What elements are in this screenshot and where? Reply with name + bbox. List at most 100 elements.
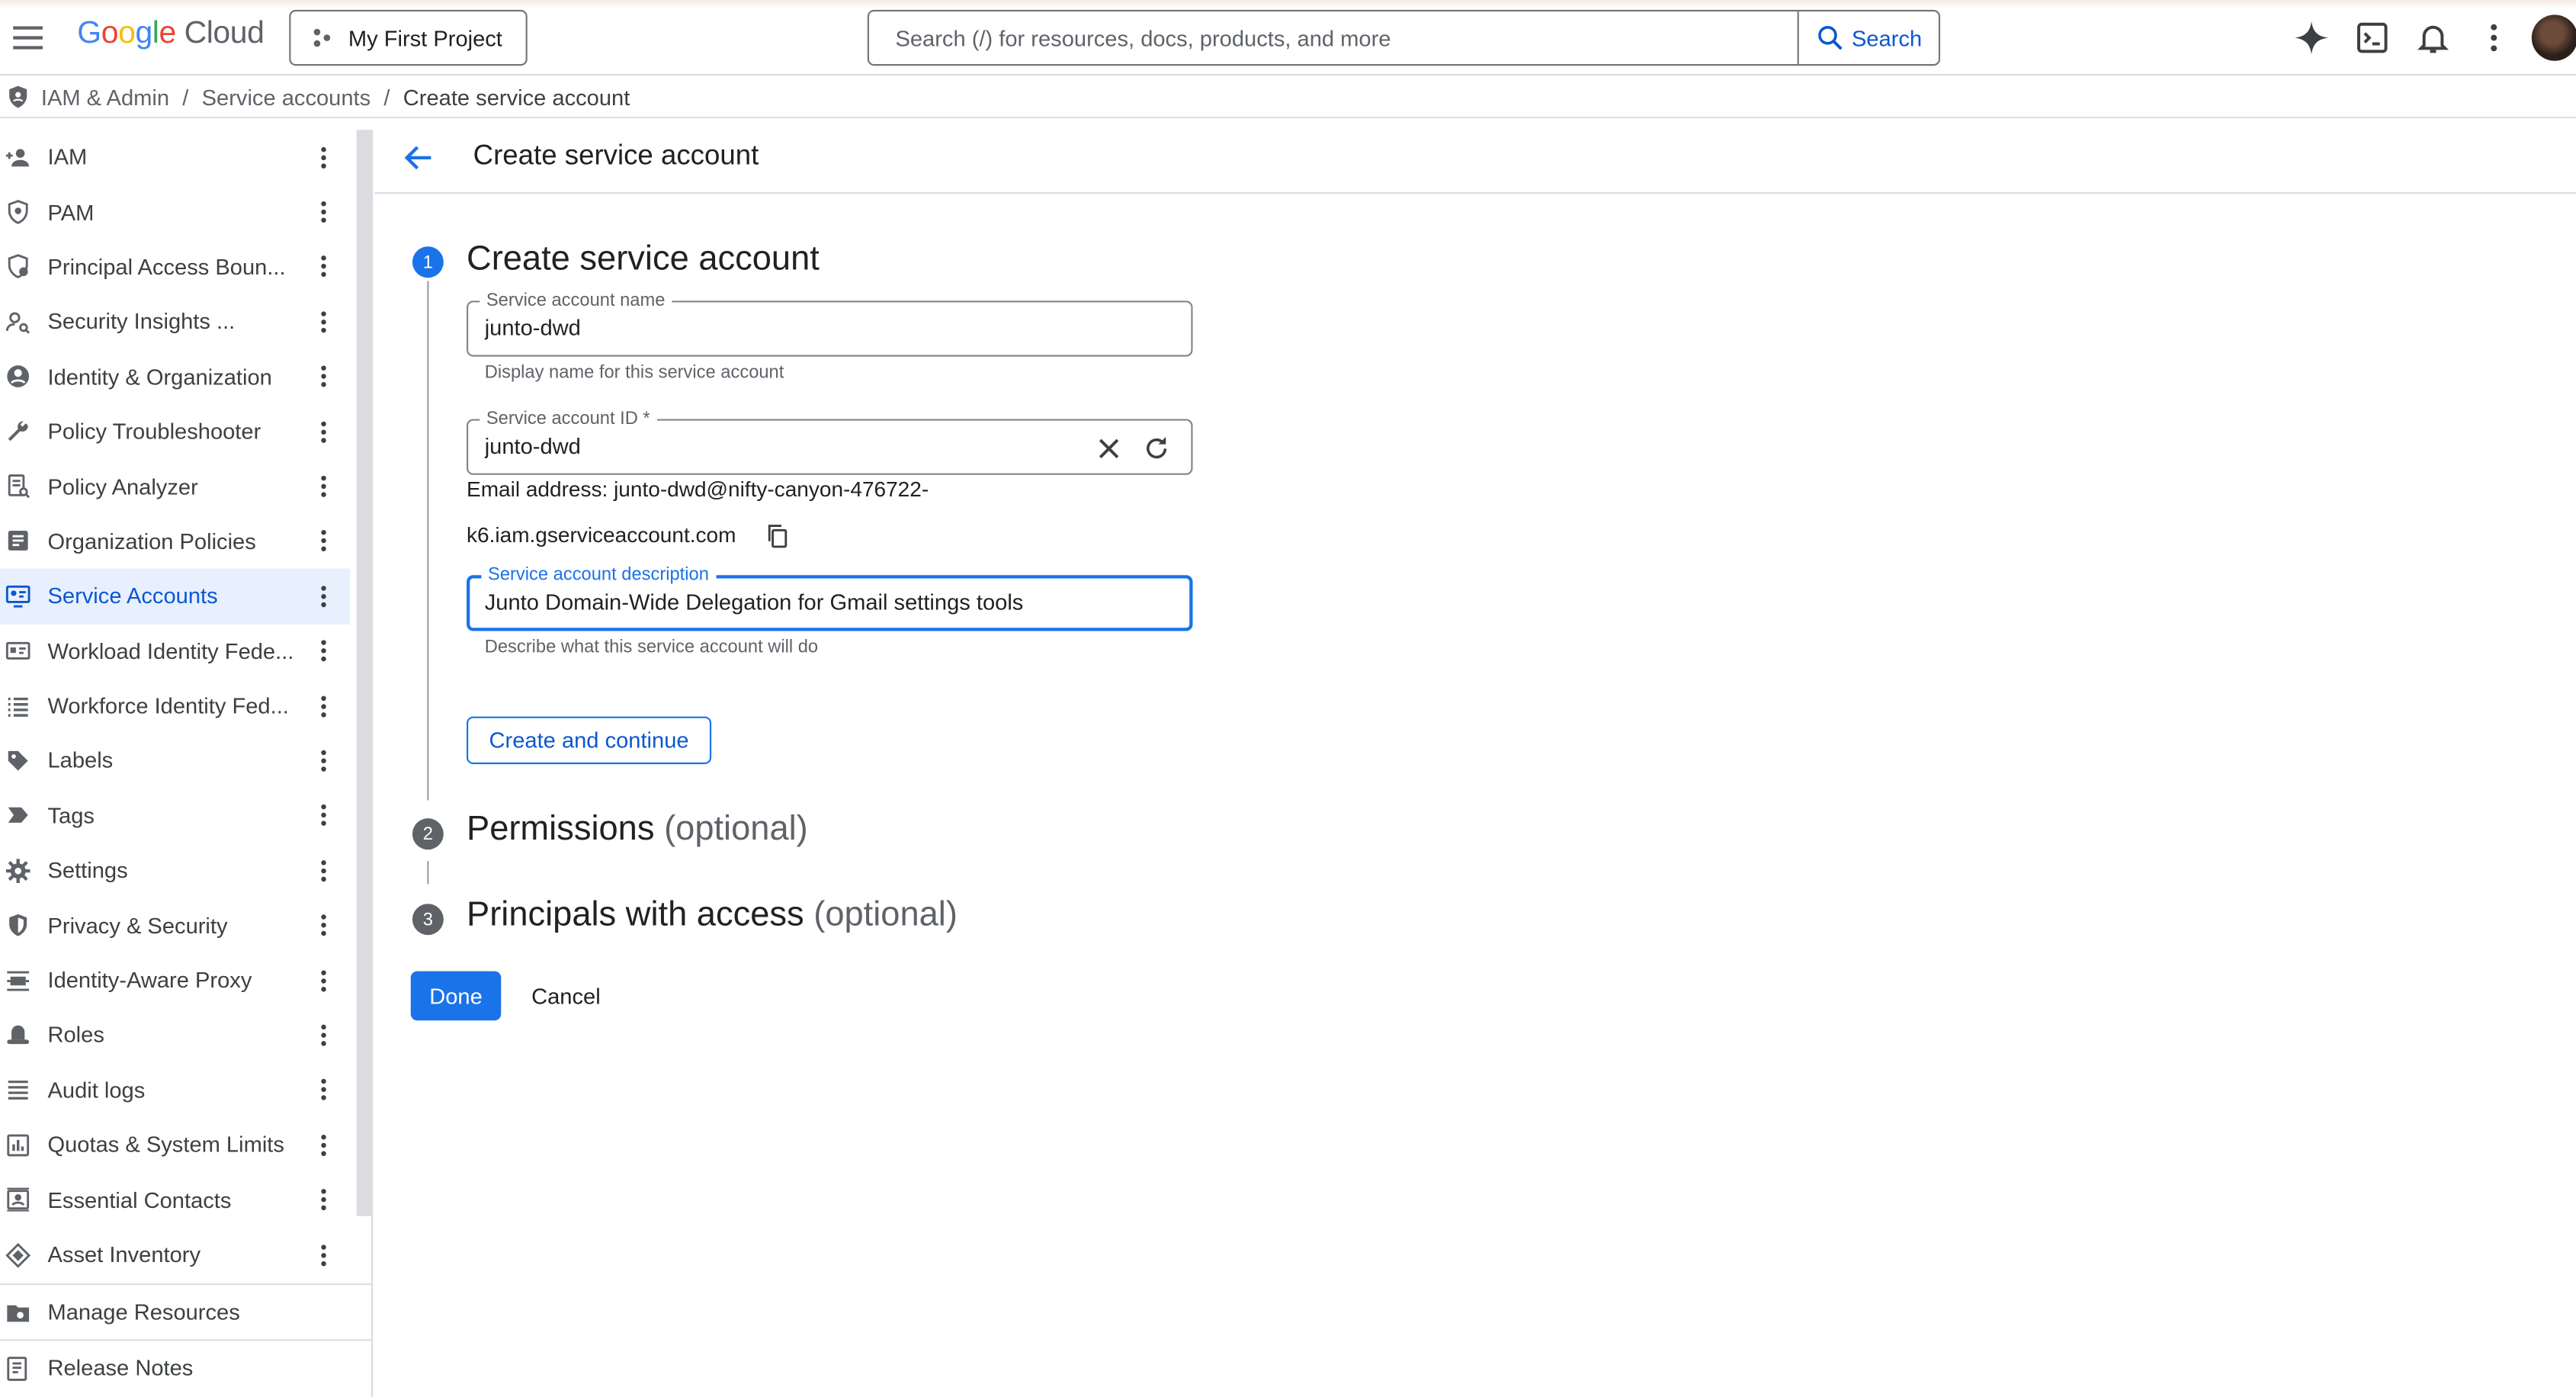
google-cloud-logo[interactable]: Google Cloud bbox=[77, 17, 265, 53]
more-vert-icon[interactable] bbox=[310, 912, 336, 938]
sidebar-item-label: Organization Policies bbox=[47, 528, 256, 554]
sidebar-item-pam[interactable]: PAM bbox=[0, 185, 350, 239]
release-notes-icon bbox=[7, 1356, 27, 1380]
back-arrow-icon[interactable] bbox=[401, 140, 437, 175]
label-icon bbox=[8, 750, 28, 771]
more-vert-icon[interactable] bbox=[310, 583, 336, 609]
more-vert-icon[interactable] bbox=[310, 638, 336, 664]
more-vert-icon[interactable] bbox=[310, 474, 336, 499]
create-and-continue-button[interactable]: Create and continue bbox=[467, 716, 712, 765]
more-vert-icon[interactable] bbox=[310, 364, 336, 390]
sidebar-item-label: Identity-Aware Proxy bbox=[47, 968, 252, 993]
cancel-button[interactable]: Cancel bbox=[519, 971, 613, 1021]
sidebar-item-iam[interactable]: IAM bbox=[0, 130, 350, 185]
description-hint: Describe what this service account will … bbox=[484, 637, 819, 657]
refresh-icon[interactable] bbox=[1142, 434, 1172, 464]
project-picker-button[interactable]: My First Project bbox=[289, 9, 528, 66]
lines-icon bbox=[8, 1081, 28, 1100]
more-vert-icon[interactable] bbox=[310, 802, 336, 828]
gemini-sparkle-icon[interactable] bbox=[2293, 20, 2329, 56]
list-box-icon bbox=[8, 531, 28, 551]
step-3-title[interactable]: Principals with access (optional) bbox=[467, 895, 958, 935]
step-1-title: Create service account bbox=[467, 239, 820, 278]
service-account-id-field: Service account ID * bbox=[467, 407, 1193, 475]
sidebar-item-essential-contacts[interactable]: Essential Contacts bbox=[0, 1172, 350, 1227]
menu-icon[interactable] bbox=[8, 18, 48, 58]
sidebar-item-audit-logs[interactable]: Audit logs bbox=[0, 1062, 350, 1117]
sidebar-item-manage-resources[interactable]: Manage Resources bbox=[0, 1283, 374, 1339]
done-button[interactable]: Done bbox=[410, 971, 502, 1021]
sidebar-item-quotas-system-limits[interactable]: Quotas & System Limits bbox=[0, 1117, 350, 1172]
more-vert-icon[interactable] bbox=[310, 309, 336, 335]
search-button[interactable]: Search bbox=[1797, 11, 1939, 65]
more-vert-icon[interactable] bbox=[310, 1187, 336, 1212]
more-vert-icon[interactable] bbox=[2476, 20, 2512, 56]
more-vert-icon[interactable] bbox=[310, 1022, 336, 1048]
sidebar-item-principal-access-boundary[interactable]: Principal Access Boun... bbox=[0, 239, 350, 294]
sidebar-item-label: Release Notes bbox=[47, 1355, 194, 1381]
more-vert-icon[interactable] bbox=[310, 144, 336, 170]
name-hint: Display name for this service account bbox=[484, 363, 784, 384]
project-icon bbox=[313, 28, 331, 47]
sidebar-item-label: Labels bbox=[47, 748, 114, 773]
service-account-description-input[interactable] bbox=[484, 589, 1175, 615]
sidebar-item-label: Privacy & Security bbox=[47, 913, 228, 938]
sidebar-item-security-insights[interactable]: Security Insights ... bbox=[0, 294, 350, 349]
sidebar-item-roles[interactable]: Roles bbox=[0, 1008, 350, 1063]
cloud-shell-icon[interactable] bbox=[2354, 20, 2390, 56]
email-address-line-2: k6.iam.gserviceaccount.com bbox=[467, 522, 736, 548]
service-account-name-field: Service account name bbox=[467, 289, 1193, 357]
sidebar-item-label: Tags bbox=[47, 803, 95, 828]
page-header: Create service account bbox=[374, 118, 2576, 194]
notifications-icon[interactable] bbox=[2415, 20, 2451, 56]
sidebar-item-settings[interactable]: Settings bbox=[0, 843, 350, 898]
sidebar-item-workload-identity-federation[interactable]: Workload Identity Fede... bbox=[0, 624, 350, 679]
breadcrumb-current: Create service account bbox=[403, 84, 630, 110]
search-input[interactable] bbox=[868, 11, 1798, 65]
more-vert-icon[interactable] bbox=[310, 1241, 336, 1267]
sidebar-item-asset-inventory[interactable]: Asset Inventory bbox=[0, 1227, 350, 1282]
sidebar-item-policy-troubleshooter[interactable]: Policy Troubleshooter bbox=[0, 404, 350, 459]
sidebar-item-policy-analyzer[interactable]: Policy Analyzer bbox=[0, 459, 350, 514]
step-connector bbox=[427, 861, 429, 885]
sidebar-item-tags[interactable]: Tags bbox=[0, 788, 350, 843]
search-bar: Search bbox=[867, 9, 1941, 66]
breadcrumb-iam-admin[interactable]: IAM & Admin bbox=[41, 85, 169, 109]
sidebar-item-organization-policies[interactable]: Organization Policies bbox=[0, 514, 350, 569]
service-account-id-input[interactable] bbox=[484, 433, 1076, 459]
sidebar-nav-list: IAM PAM Principal Access Boun... Securit… bbox=[0, 130, 373, 1283]
sidebar-item-identity-organization[interactable]: Identity & Organization bbox=[0, 349, 350, 404]
sidebar-item-release-notes[interactable]: Release Notes bbox=[0, 1339, 374, 1395]
more-vert-icon[interactable] bbox=[310, 857, 336, 883]
service-account-name-input[interactable] bbox=[484, 315, 1076, 341]
more-vert-icon[interactable] bbox=[310, 1077, 336, 1103]
proxy-icon bbox=[7, 970, 30, 991]
more-vert-icon[interactable] bbox=[310, 747, 336, 773]
copy-icon[interactable] bbox=[764, 522, 790, 548]
sidebar-item-service-accounts[interactable]: Service Accounts bbox=[0, 568, 351, 624]
more-vert-icon[interactable] bbox=[310, 967, 336, 993]
sidebar-item-identity-aware-proxy[interactable]: Identity-Aware Proxy bbox=[0, 953, 350, 1008]
more-vert-icon[interactable] bbox=[310, 693, 336, 719]
quota-icon bbox=[7, 1134, 30, 1156]
sidebar-item-label: Policy Troubleshooter bbox=[47, 419, 261, 445]
wrench-icon bbox=[8, 420, 28, 441]
sidebar-item-label: Quotas & System Limits bbox=[47, 1132, 284, 1158]
sidebar-item-label: Audit logs bbox=[47, 1077, 146, 1103]
sidebar-item-privacy-security[interactable]: Privacy & Security bbox=[0, 898, 350, 953]
more-vert-icon[interactable] bbox=[310, 419, 336, 445]
more-vert-icon[interactable] bbox=[310, 1132, 336, 1158]
more-vert-icon[interactable] bbox=[310, 254, 336, 280]
avatar[interactable] bbox=[2531, 14, 2576, 61]
manage-resources-icon bbox=[7, 1304, 30, 1322]
more-vert-icon[interactable] bbox=[310, 199, 336, 225]
sidebar-scrollbar[interactable] bbox=[356, 130, 372, 1216]
more-vert-icon[interactable] bbox=[310, 528, 336, 554]
service-account-icon bbox=[5, 585, 30, 608]
sidebar-item-labels[interactable]: Labels bbox=[0, 734, 350, 788]
close-icon[interactable] bbox=[1094, 434, 1124, 464]
optional-tag: (optional) bbox=[664, 810, 808, 848]
breadcrumb-service-accounts[interactable]: Service accounts bbox=[202, 85, 371, 109]
step-2-title[interactable]: Permissions (optional) bbox=[467, 810, 808, 849]
sidebar-item-workforce-identity-federation[interactable]: Workforce Identity Fed... bbox=[0, 679, 350, 734]
